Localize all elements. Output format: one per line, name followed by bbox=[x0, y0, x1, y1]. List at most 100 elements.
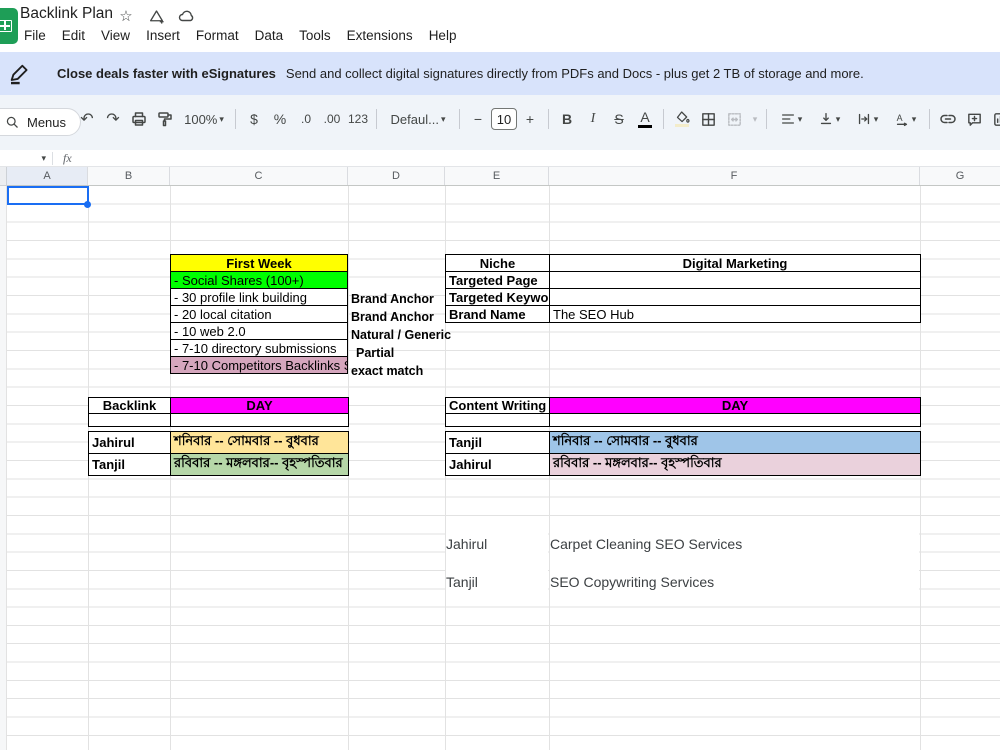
number-format-button[interactable]: 123 bbox=[345, 106, 371, 132]
menu-extensions[interactable]: Extensions bbox=[339, 25, 421, 47]
column-header-c[interactable]: C bbox=[170, 167, 348, 185]
content-days-cell[interactable]: রবিবার -- মঙ্গলবার-- বৃহস্পতিবার bbox=[550, 454, 921, 476]
niche-row-value[interactable] bbox=[550, 272, 921, 289]
bold-button[interactable]: B bbox=[554, 106, 580, 132]
first-week-cell[interactable]: - Social Shares (100+) bbox=[171, 272, 348, 289]
decrease-decimal-button[interactable]: .0 bbox=[293, 106, 319, 132]
text-wrap-button[interactable]: ▾ bbox=[848, 106, 886, 132]
document-title[interactable]: Backlink Plan bbox=[20, 5, 113, 23]
backlink-days-cell[interactable]: শনিবার -- সোমবার -- বুধবার bbox=[171, 432, 349, 454]
italic-glyph: I bbox=[591, 111, 596, 127]
column-header-e[interactable]: E bbox=[445, 167, 549, 185]
decrease-font-size-button[interactable]: − bbox=[465, 106, 491, 132]
menu-data[interactable]: Data bbox=[247, 25, 292, 47]
niche-row-value[interactable]: The SEO Hub bbox=[550, 306, 921, 323]
promo-banner[interactable]: Close deals faster with eSignaturesSend … bbox=[0, 52, 1000, 95]
paint-format-button[interactable] bbox=[152, 106, 178, 132]
first-week-cell[interactable]: - 7-10 directory submissions bbox=[171, 340, 348, 357]
anchor-type-label[interactable]: Partial bbox=[351, 344, 471, 362]
name-box[interactable]: ▾ bbox=[0, 153, 52, 164]
paragraph-style-select[interactable]: Defaul...▾ bbox=[382, 106, 454, 132]
move-icon[interactable] bbox=[146, 6, 166, 26]
note-person[interactable]: Tanjil bbox=[446, 569, 548, 595]
column-header-g[interactable]: G bbox=[920, 167, 1000, 185]
italic-button[interactable]: I bbox=[580, 106, 606, 132]
zoom-select[interactable]: 100%▾ bbox=[178, 106, 230, 132]
backlink-day-header-cell[interactable]: DAY bbox=[171, 398, 349, 414]
content-person-cell[interactable]: Jahirul bbox=[446, 454, 550, 476]
menu-help[interactable]: Help bbox=[421, 25, 465, 47]
redo-glyph: ↷ bbox=[106, 109, 119, 129]
undo-button[interactable]: ↶ bbox=[74, 106, 100, 132]
anchor-type-label[interactable]: Natural / Generic bbox=[351, 326, 471, 344]
niche-row-value[interactable] bbox=[550, 289, 921, 306]
menus-search-button[interactable]: Menus bbox=[0, 108, 81, 136]
redo-button[interactable]: ↷ bbox=[100, 106, 126, 132]
fill-color-icon bbox=[675, 111, 690, 123]
menu-edit[interactable]: Edit bbox=[54, 25, 93, 47]
text-color-button[interactable]: A bbox=[632, 106, 658, 132]
spreadsheet-grid: A B C D E F G First Week - Social Shares… bbox=[0, 167, 1000, 750]
first-week-header-cell[interactable]: First Week bbox=[171, 255, 348, 272]
insert-link-button[interactable] bbox=[935, 106, 961, 132]
note-service[interactable]: Carpet Cleaning SEO Services bbox=[550, 531, 919, 557]
font-size-input[interactable]: 10 bbox=[491, 108, 517, 130]
grid-corner[interactable] bbox=[0, 167, 7, 186]
strikethrough-button[interactable]: S bbox=[606, 106, 632, 132]
format-currency-button[interactable]: $ bbox=[241, 106, 267, 132]
increase-font-size-button[interactable]: + bbox=[517, 106, 543, 132]
print-button[interactable] bbox=[126, 106, 152, 132]
backlink-empty-cell[interactable] bbox=[89, 414, 171, 427]
formula-bar[interactable]: ▾ fx bbox=[0, 150, 1000, 167]
column-header-b[interactable]: B bbox=[88, 167, 170, 185]
horizontal-align-button[interactable]: ▾ bbox=[772, 106, 810, 132]
niche-value-header-cell[interactable]: Digital Marketing bbox=[550, 255, 921, 272]
menu-insert[interactable]: Insert bbox=[138, 25, 188, 47]
backlink-person-cell[interactable]: Tanjil bbox=[89, 454, 171, 476]
insert-comment-button[interactable] bbox=[961, 106, 987, 132]
menu-file[interactable]: File bbox=[16, 25, 54, 47]
print-icon bbox=[130, 110, 148, 128]
column-header-f[interactable]: F bbox=[549, 167, 920, 185]
column-header-a[interactable]: A bbox=[7, 167, 88, 185]
increase-decimal-button[interactable]: .00 bbox=[319, 106, 345, 132]
content-person-cell[interactable]: Tanjil bbox=[446, 432, 550, 454]
backlink-person-cell[interactable]: Jahirul bbox=[89, 432, 171, 454]
insert-chart-button[interactable] bbox=[987, 106, 1000, 132]
niche-row-label[interactable]: Targeted Keywords bbox=[446, 289, 550, 306]
cloud-status-icon[interactable] bbox=[176, 6, 196, 26]
menu-view[interactable]: View bbox=[93, 25, 138, 47]
star-icon[interactable]: ☆ bbox=[116, 6, 136, 26]
anchor-type-label[interactable]: exact match bbox=[351, 362, 471, 380]
content-days-cell[interactable]: শনিবার -- সোমবার -- বুধবার bbox=[550, 432, 921, 454]
menu-tools[interactable]: Tools bbox=[291, 25, 339, 47]
niche-row-label[interactable]: Brand Name bbox=[446, 306, 550, 323]
google-sheets-app: Backlink Plan ☆ File Edit View Insert Fo… bbox=[0, 0, 1000, 750]
borders-button[interactable] bbox=[695, 106, 721, 132]
fill-handle[interactable] bbox=[84, 201, 91, 208]
first-week-cell[interactable]: - 20 local citation bbox=[171, 306, 348, 323]
active-cell-a1[interactable] bbox=[7, 186, 89, 205]
backlink-days-cell[interactable]: রবিবার -- মঙ্গলবার-- বৃহস্পতিবার bbox=[171, 454, 349, 476]
content-day-header-cell[interactable]: DAY bbox=[550, 398, 921, 414]
vertical-align-button[interactable]: ▾ bbox=[810, 106, 848, 132]
niche-header-cell[interactable]: Niche bbox=[446, 255, 550, 272]
text-rotation-icon: A bbox=[894, 111, 910, 127]
content-header-cell[interactable]: Content Writing bbox=[446, 398, 550, 414]
menu-format[interactable]: Format bbox=[188, 25, 247, 47]
column-header-d[interactable]: D bbox=[348, 167, 445, 185]
backlink-empty-cell[interactable] bbox=[171, 414, 349, 427]
fill-color-button[interactable] bbox=[669, 106, 695, 132]
content-empty-cell[interactable] bbox=[446, 414, 550, 427]
first-week-cell[interactable]: - 7-10 Competitors Backlinks Spy bbox=[171, 357, 348, 374]
content-empty-cell[interactable] bbox=[550, 414, 921, 427]
first-week-cell[interactable]: - 30 profile link building bbox=[171, 289, 348, 306]
format-percent-button[interactable]: % bbox=[267, 106, 293, 132]
first-week-cell[interactable]: - 10 web 2.0 bbox=[171, 323, 348, 340]
note-person[interactable]: Jahirul bbox=[446, 531, 548, 557]
backlink-header-cell[interactable]: Backlink bbox=[89, 398, 171, 414]
note-service[interactable]: SEO Copywriting Services bbox=[550, 569, 919, 595]
row-header-strip[interactable] bbox=[0, 186, 7, 750]
text-rotation-button[interactable]: A ▾ bbox=[886, 106, 924, 132]
niche-row-label[interactable]: Targeted Page bbox=[446, 272, 550, 289]
